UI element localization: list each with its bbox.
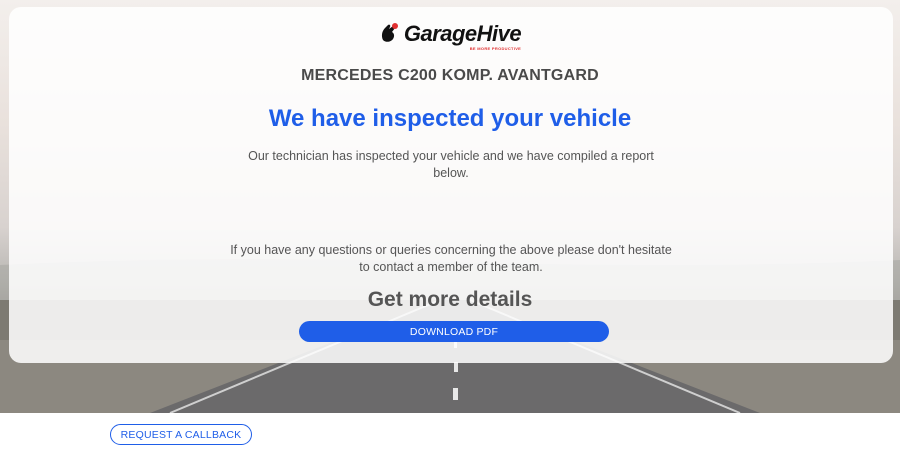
garagehive-logo: GarageHive BE MORE PRODUCTIVE [0,22,900,51]
logo-tagline: BE MORE PRODUCTIVE [469,46,522,51]
page-headline: We have inspected your vehicle [268,105,632,132]
download-pdf-button[interactable]: DOWNLOAD PDF [299,321,609,342]
vehicle-name: MERCEDES C200 KOMP. AVANTGARD [301,67,599,84]
details-heading: Get more details [367,288,533,311]
logo-wordmark: GarageHive [403,21,522,46]
footer-bar: REQUEST A CALLBACK [0,413,900,453]
contact-note: If you have any questions or queries con… [230,243,672,274]
intro-text: Our technician has inspected your vehicl… [248,149,654,180]
hand-logo-icon [381,23,398,42]
request-callback-button[interactable]: REQUEST A CALLBACK [110,424,252,445]
